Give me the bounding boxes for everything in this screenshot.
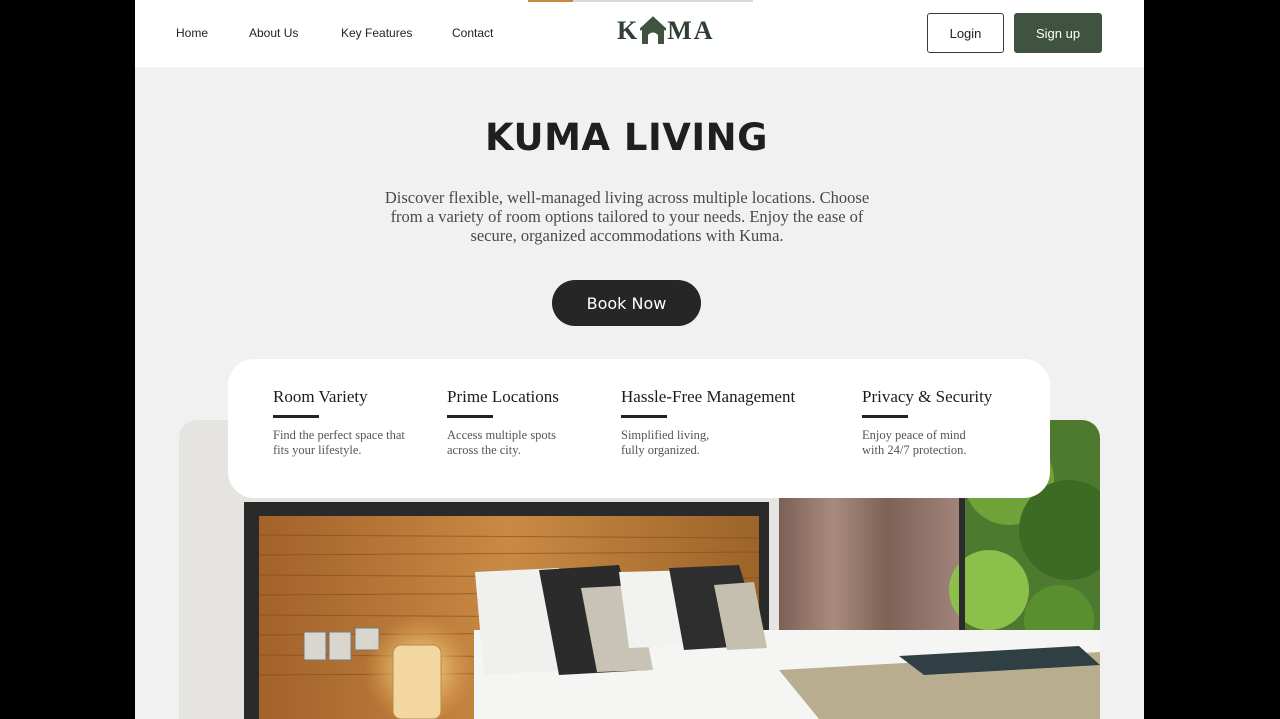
feature-hassle-free-management: Hassle-Free Management Simplified living… xyxy=(621,387,796,458)
landing-page: Home About Us Key Features Contact K MA … xyxy=(135,0,1144,719)
feature-prime-locations: Prime Locations Access multiple spots ac… xyxy=(447,387,582,458)
logo-text-end: MA xyxy=(667,16,715,45)
hero-title: KUMA LIVING xyxy=(485,116,768,159)
feature-divider xyxy=(621,415,667,418)
nav-link-about-us[interactable]: About Us xyxy=(249,26,298,40)
feature-privacy-security: Privacy & Security Enjoy peace of mind w… xyxy=(862,387,993,458)
nav-link-contact[interactable]: Contact xyxy=(452,26,493,40)
feature-room-variety: Room Variety Find the perfect space that… xyxy=(273,387,408,458)
feature-description: Find the perfect space that fits your li… xyxy=(273,428,405,457)
signup-button[interactable]: Sign up xyxy=(1014,13,1102,53)
feature-divider xyxy=(447,415,493,418)
features-card: Room Variety Find the perfect space that… xyxy=(228,359,1050,498)
feature-title: Hassle-Free Management xyxy=(621,387,796,406)
hero-description: Discover flexible, well-managed living a… xyxy=(384,188,870,245)
feature-divider xyxy=(862,415,908,418)
logo-text-start: K xyxy=(617,16,640,45)
feature-description: Simplified living, fully organized. xyxy=(621,428,710,457)
top-navigation-bar: Home About Us Key Features Contact K MA … xyxy=(135,0,1144,67)
feature-divider xyxy=(273,415,319,418)
house-logo-icon xyxy=(640,16,667,44)
feature-title: Room Variety xyxy=(273,387,368,406)
feature-description: Enjoy peace of mind with 24/7 protection… xyxy=(862,428,967,457)
feature-description: Access multiple spots across the city. xyxy=(447,428,557,457)
top-progress-strip xyxy=(528,0,753,2)
nav-link-key-features[interactable]: Key Features xyxy=(341,26,412,40)
book-now-button[interactable]: Book Now xyxy=(552,280,701,326)
feature-title: Privacy & Security xyxy=(862,387,993,406)
feature-title: Prime Locations xyxy=(447,387,559,406)
nav-link-home[interactable]: Home xyxy=(176,26,208,40)
kuma-logo[interactable]: K MA xyxy=(617,14,715,48)
login-button[interactable]: Login xyxy=(927,13,1004,53)
